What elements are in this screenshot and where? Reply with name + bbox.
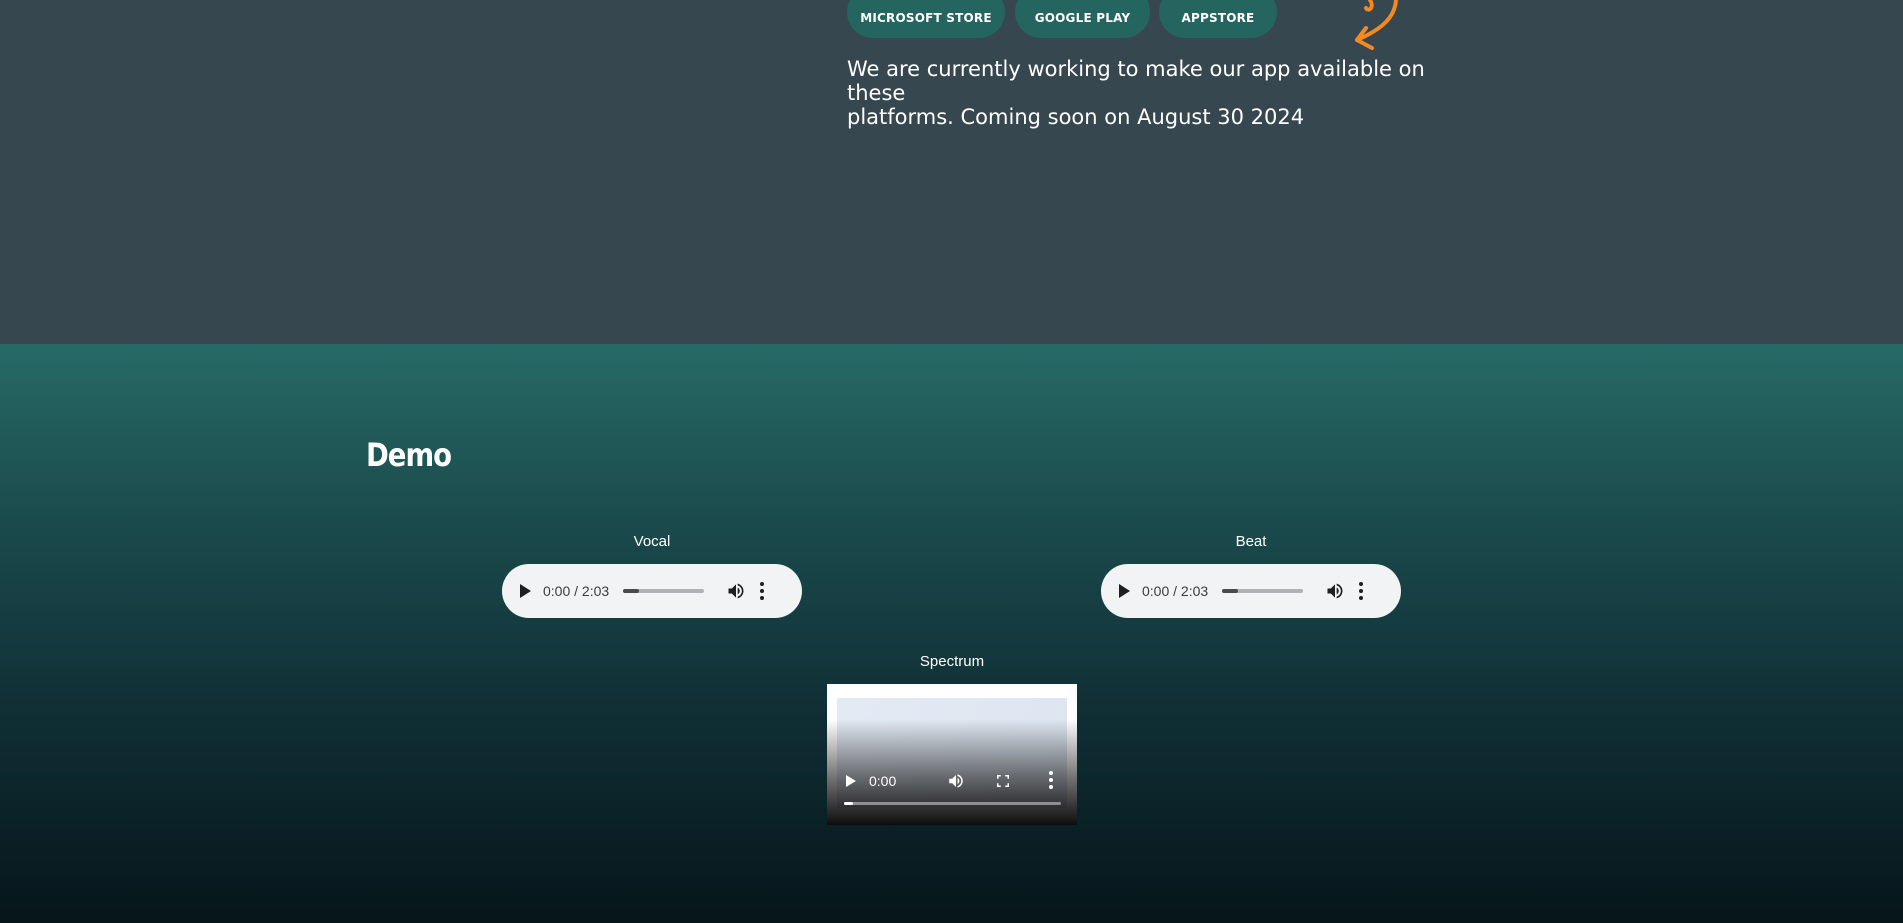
spectrum-progress-fill [844,802,853,805]
fullscreen-icon[interactable] [994,772,1012,790]
notice-line-2: platforms. Coming soon on August 30 2024 [847,105,1305,129]
vocal-progress-bar[interactable] [623,589,705,593]
video-controls: 0:00 [827,768,1077,794]
play-icon[interactable] [520,584,531,598]
more-options-icon[interactable] [760,581,766,601]
appstore-button[interactable]: APPSTORE [1159,0,1277,38]
availability-notice: We are currently working to make our app… [847,57,1487,129]
spectrum-video-player[interactable]: 0:00 [827,684,1077,825]
spectrum-progress-bar[interactable] [844,802,1061,805]
volume-icon[interactable] [1325,581,1345,601]
beat-progress-bar[interactable] [1222,589,1304,593]
spectrum-label: Spectrum [919,653,985,670]
demo-section: Demo Vocal 0:00 / 2:03 Beat 0:00 / 2:03 … [0,344,1903,923]
google-play-button[interactable]: GOOGLE PLAY [1015,0,1150,38]
beat-label: Beat [1235,533,1267,550]
play-icon[interactable] [1119,584,1130,598]
microsoft-store-button[interactable]: MICROSOFT STORE [847,0,1005,38]
vocal-label: Vocal [633,533,671,550]
play-icon[interactable] [846,775,856,787]
vocal-audio-player: 0:00 / 2:03 [502,564,802,618]
spectrum-time: 0:00 [869,773,897,789]
beat-progress-fill [1222,589,1239,593]
demo-title: Demo [366,436,452,474]
more-options-icon[interactable] [1049,771,1053,789]
notice-line-1: We are currently working to make our app… [847,57,1425,105]
volume-icon[interactable] [726,581,746,601]
vocal-time: 0:00 / 2:03 [543,583,610,599]
beat-time: 0:00 / 2:03 [1142,583,1209,599]
vocal-progress-fill [623,589,640,593]
volume-icon[interactable] [947,772,965,790]
beat-audio-player: 0:00 / 2:03 [1101,564,1401,618]
app-availability-section: MICROSOFT STORE GOOGLE PLAY APPSTORE We … [0,0,1903,344]
curved-arrow-icon [1355,0,1398,50]
more-options-icon[interactable] [1359,581,1365,601]
